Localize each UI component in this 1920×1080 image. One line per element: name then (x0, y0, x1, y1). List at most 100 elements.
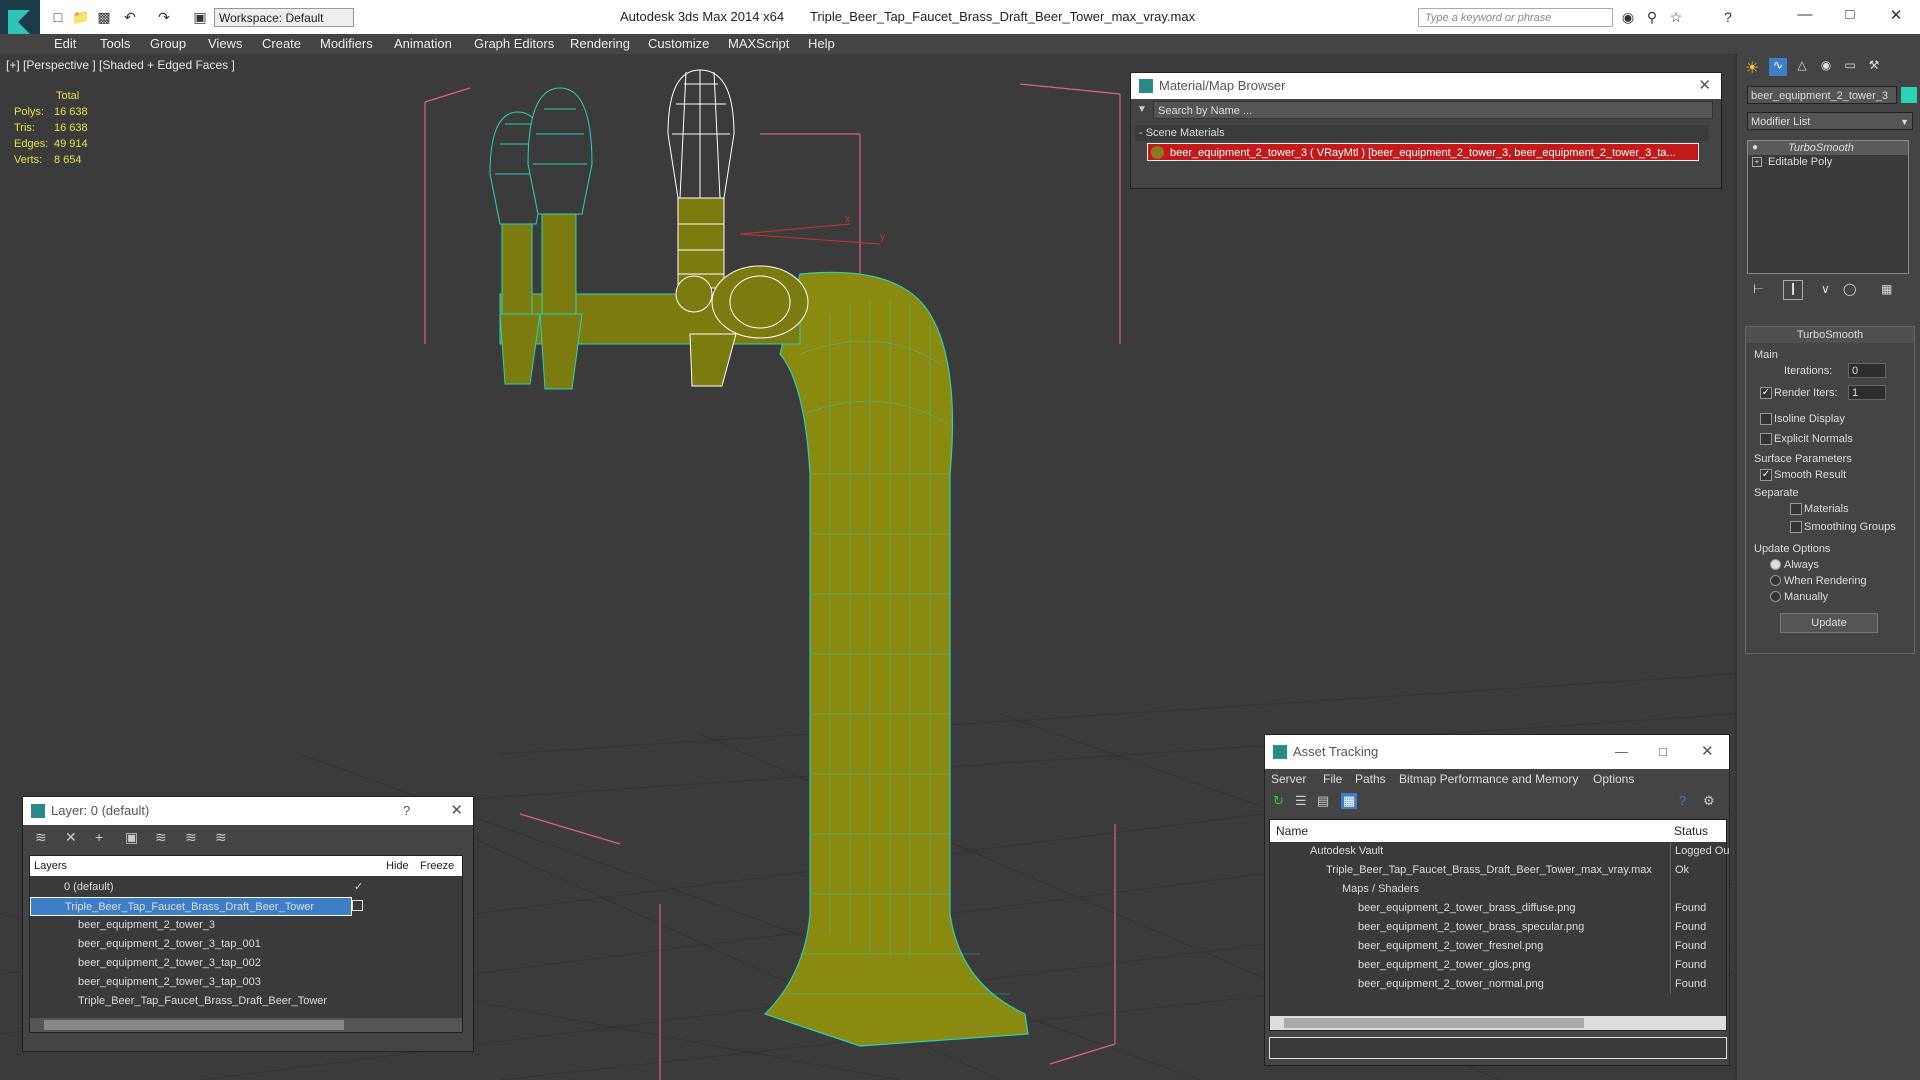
show-end-result-icon[interactable]: ❙ (1783, 280, 1803, 300)
layer-row[interactable]: beer_equipment_2_tower_3_tap_001 (30, 935, 462, 954)
delete-layer-icon[interactable]: ✕ (65, 829, 77, 846)
search-input[interactable]: Type a keyword or phrase (1418, 8, 1613, 27)
binoculars-icon[interactable]: ◉ (1620, 9, 1636, 25)
help-button[interactable]: ? (403, 797, 410, 825)
menu-help[interactable]: Help (808, 34, 835, 54)
close-icon[interactable]: ✕ (1698, 73, 1711, 99)
expand-icon[interactable]: + (1752, 157, 1762, 167)
menu-tools[interactable]: Tools (100, 34, 130, 54)
col-hide[interactable]: Hide (386, 856, 409, 876)
asset-menu-server[interactable]: Server (1271, 769, 1306, 789)
smoothing-groups-checkbox[interactable] (1790, 521, 1802, 533)
minimize-button[interactable]: — (1785, 6, 1825, 28)
menu-arrow-icon[interactable]: ▼ (1133, 101, 1151, 119)
menu-graph-editors[interactable]: Graph Editors (474, 34, 554, 54)
undo-icon[interactable]: ↶ (122, 9, 138, 25)
menu-customize[interactable]: Customize (648, 34, 709, 54)
hide-all-icon[interactable]: ≋ (185, 829, 197, 846)
lightbulb-icon[interactable]: ● (1752, 141, 1758, 155)
layer-row-default[interactable]: 0 (default) ✓ (30, 878, 462, 897)
asset-menu-bitmap[interactable]: Bitmap Performance and Memory (1399, 769, 1578, 789)
select-in-layer-icon[interactable]: ▣ (125, 829, 138, 846)
col-freeze[interactable]: Freeze (420, 856, 454, 876)
manually-radio[interactable] (1770, 591, 1781, 602)
asset-row-maps[interactable]: Maps / Shaders (1270, 880, 1726, 899)
open-file-icon[interactable]: 📁 (72, 9, 89, 25)
menu-views[interactable]: Views (208, 34, 242, 54)
asset-row-file[interactable]: beer_equipment_2_tower_glos.png Found (1270, 956, 1726, 975)
star-icon[interactable]: ☆ (1668, 9, 1684, 25)
modifier-list-dropdown[interactable]: Modifier List ▼ (1747, 112, 1913, 130)
asset-path-field[interactable] (1269, 1037, 1727, 1059)
col-layers[interactable]: Layers (34, 856, 67, 876)
minimize-button[interactable]: — (1615, 735, 1628, 769)
stack-item-editable-poly[interactable]: + Editable Poly (1748, 155, 1908, 169)
rollout-title[interactable]: TurboSmooth (1746, 327, 1914, 343)
project-folder-icon[interactable]: ▣ (192, 9, 208, 25)
material-browser-titlebar[interactable]: Material/Map Browser ✕ (1131, 73, 1721, 99)
layer-manager-titlebar[interactable]: Layer: 0 (default) ? ✕ (23, 797, 473, 825)
pin-stack-icon[interactable]: ⊢ (1753, 282, 1763, 296)
horizontal-scrollbar[interactable] (1270, 1016, 1726, 1030)
scene-materials-header[interactable]: - Scene Materials (1135, 125, 1709, 141)
scrollbar-thumb[interactable] (44, 1020, 344, 1030)
menu-create[interactable]: Create (262, 34, 301, 54)
update-button[interactable]: Update (1780, 613, 1878, 633)
asset-row-file[interactable]: beer_equipment_2_tower_brass_specular.pn… (1270, 918, 1726, 937)
object-color-swatch[interactable] (1901, 87, 1917, 103)
save-icon[interactable]: ▩ (96, 9, 112, 25)
highlight-layer-icon[interactable]: ≋ (155, 829, 167, 846)
menu-maxscript[interactable]: MAXScript (728, 34, 789, 54)
menu-modifiers[interactable]: Modifiers (320, 34, 373, 54)
refresh-icon[interactable]: ↻ (1273, 793, 1284, 809)
display-tab-icon[interactable]: ▭ (1841, 58, 1859, 76)
remove-modifier-icon[interactable]: ◯ (1843, 282, 1856, 296)
active-layer-check-icon[interactable]: ✓ (354, 878, 363, 897)
hierarchy-tab-icon[interactable]: △ (1793, 58, 1811, 76)
freeze-all-icon[interactable]: ≋ (215, 829, 227, 846)
menu-edit[interactable]: Edit (54, 34, 76, 54)
layer-row[interactable]: beer_equipment_2_tower_3 (30, 916, 462, 935)
new-layer-icon[interactable]: ≋ (35, 829, 47, 846)
isoline-checkbox[interactable] (1760, 413, 1772, 425)
explicit-normals-checkbox[interactable] (1760, 433, 1772, 445)
asset-menu-paths[interactable]: Paths (1355, 769, 1386, 789)
layer-row[interactable]: beer_equipment_2_tower_3_tap_003 (30, 973, 462, 992)
material-search-input[interactable]: Search by Name ... (1153, 101, 1713, 119)
layer-row[interactable]: beer_equipment_2_tower_3_tap_002 (30, 954, 462, 973)
help-icon[interactable]: ? (1679, 793, 1686, 808)
layer-row-selected[interactable]: Triple_Beer_Tap_Faucet_Brass_Draft_Beer_… (30, 897, 352, 916)
asset-row-vault[interactable]: Autodesk Vault Logged Ou (1270, 842, 1729, 861)
materials-checkbox[interactable] (1790, 503, 1802, 515)
settings-icon[interactable]: ⚙ (1703, 793, 1715, 809)
configure-sets-icon[interactable]: ▦ (1881, 282, 1892, 296)
horizontal-scrollbar[interactable] (30, 1018, 462, 1032)
iterations-spinner[interactable]: 0 (1848, 363, 1886, 378)
maximize-button[interactable]: □ (1830, 6, 1870, 28)
add-to-layer-icon[interactable]: + (95, 829, 103, 845)
motion-tab-icon[interactable]: ◉ (1817, 58, 1835, 76)
workspace-dropdown[interactable]: Workspace: Default (214, 8, 354, 27)
asset-tracking-titlebar[interactable]: Asset Tracking — □ ✕ (1265, 735, 1729, 769)
thumbnail-view-icon[interactable]: ▤ (1317, 793, 1329, 809)
table-view-icon[interactable]: ▦ (1341, 793, 1358, 809)
help-icon[interactable]: ? (1720, 9, 1736, 25)
render-iters-checkbox[interactable]: ✓ (1760, 387, 1772, 399)
close-icon[interactable]: ✕ (450, 797, 463, 825)
asset-row-file[interactable]: beer_equipment_2_tower_fresnel.png Found (1270, 937, 1726, 956)
close-button[interactable]: ✕ (1876, 6, 1916, 28)
create-tab-icon[interactable]: ☀ (1745, 58, 1763, 77)
stack-item-turbosmooth[interactable]: ● TurboSmooth (1748, 141, 1908, 155)
close-icon[interactable]: ✕ (1701, 735, 1714, 769)
menu-animation[interactable]: Animation (394, 34, 452, 54)
modify-tab-icon[interactable]: ∿ (1769, 58, 1787, 76)
object-name-input[interactable]: beer_equipment_2_tower_3 (1747, 86, 1897, 104)
key-icon[interactable]: ⚲ (1644, 9, 1660, 25)
smooth-result-checkbox[interactable]: ✓ (1760, 469, 1772, 481)
make-unique-icon[interactable]: ∨ (1821, 282, 1830, 296)
asset-row-maxfile[interactable]: Triple_Beer_Tap_Faucet_Brass_Draft_Beer_… (1270, 861, 1726, 880)
current-layer-box[interactable] (352, 900, 363, 911)
render-iters-spinner[interactable]: 1 (1848, 385, 1886, 400)
asset-menu-options[interactable]: Options (1593, 769, 1634, 789)
always-radio[interactable] (1770, 559, 1781, 570)
